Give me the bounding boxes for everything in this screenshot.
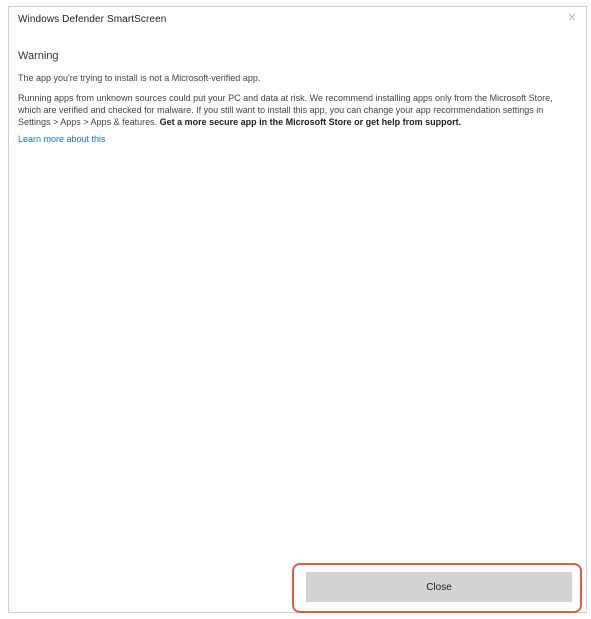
learn-more-link[interactable]: Learn more about this: [18, 134, 106, 144]
window-title: Windows Defender SmartScreen: [18, 14, 167, 25]
intro-text: The app you're trying to install is not …: [18, 73, 261, 83]
body-bold-line: Get a more secure app in the Microsoft S…: [159, 117, 462, 127]
dialog-content: Warning The app you're trying to install…: [18, 50, 573, 147]
body-text: Running apps from unknown sources could …: [18, 92, 573, 128]
close-button[interactable]: Close: [306, 572, 572, 602]
close-icon[interactable]: ✕: [564, 10, 580, 26]
title-bar: Windows Defender SmartScreen ✕: [9, 7, 586, 35]
dialog-heading: Warning: [18, 50, 59, 62]
